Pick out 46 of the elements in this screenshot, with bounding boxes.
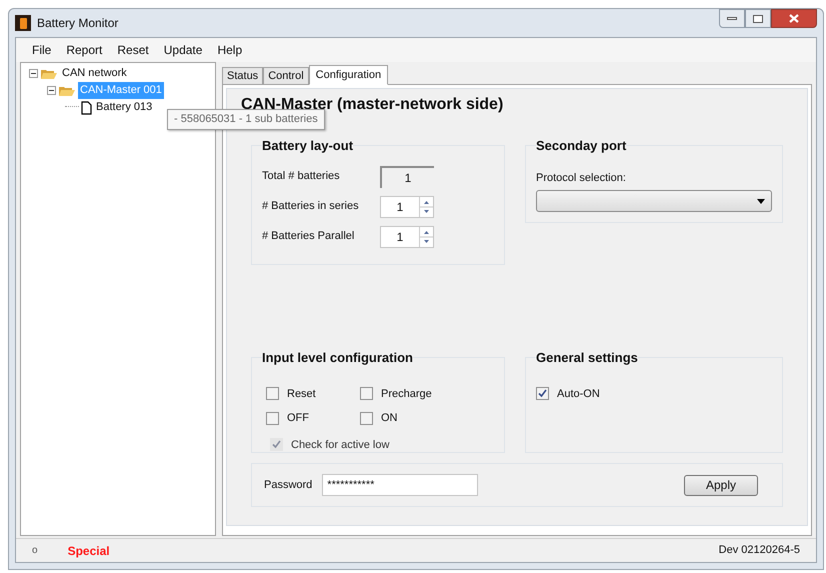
apply-button[interactable]: Apply	[684, 474, 758, 496]
checkbox[interactable]: ON	[360, 410, 490, 426]
expander-icon[interactable]	[29, 69, 38, 78]
menu-item[interactable]: Reset	[117, 41, 149, 59]
checkbox[interactable]: Auto-ON	[536, 386, 772, 402]
number-spinner[interactable]: 1	[380, 196, 434, 218]
tab[interactable]: Control	[263, 67, 309, 84]
close-button[interactable]	[771, 9, 817, 28]
field-label: Total # batteries	[262, 169, 341, 184]
checkbox[interactable]: OFF	[266, 410, 360, 426]
field-label: # Batteries in series	[262, 199, 360, 214]
tree-item[interactable]: CAN network	[60, 65, 129, 82]
tree-item[interactable]: Battery 013	[94, 99, 154, 116]
status-mode: Special	[68, 542, 110, 560]
spin-arrows-icon	[419, 226, 433, 246]
spin-arrows-icon	[419, 196, 433, 216]
password-label: Password	[264, 478, 312, 493]
checkbox[interactable]: Reset	[266, 386, 360, 402]
menu-item[interactable]: Update	[164, 41, 202, 59]
close-icon	[789, 14, 799, 23]
menu-item[interactable]: Help	[217, 41, 242, 59]
battery-app-icon	[15, 15, 31, 31]
folder-icon	[40, 68, 58, 80]
protocol-dropdown[interactable]	[536, 190, 772, 212]
total-value-field: 1	[380, 166, 434, 188]
number-spinner[interactable]: 1	[380, 226, 434, 248]
folder-icon	[58, 84, 76, 96]
checkmark-icon	[272, 440, 281, 450]
status-indicator: o	[32, 544, 38, 558]
checkbox[interactable]: Precharge	[360, 386, 490, 402]
device-id: Dev 02120264-5	[718, 543, 800, 558]
menu-item[interactable]: File	[32, 41, 52, 59]
field-label: Protocol selection:	[536, 170, 627, 186]
password-field[interactable]: ***********	[322, 474, 478, 496]
field-label: # Batteries Parallel	[262, 229, 356, 244]
tab[interactable]: Status	[222, 67, 264, 84]
dropdown-arrow-icon	[757, 198, 765, 204]
tooltip: - 558065031 - 1 sub batteries	[167, 109, 325, 130]
document-icon	[81, 100, 92, 114]
minimize-button[interactable]	[719, 9, 745, 28]
tab[interactable]: Configuration	[308, 65, 388, 85]
menu-item[interactable]: Report	[66, 41, 102, 59]
maximize-button[interactable]	[745, 9, 771, 28]
checkmark-icon	[538, 389, 547, 398]
expander-icon[interactable]	[47, 86, 56, 95]
window-title: Battery Monitor	[37, 15, 118, 32]
